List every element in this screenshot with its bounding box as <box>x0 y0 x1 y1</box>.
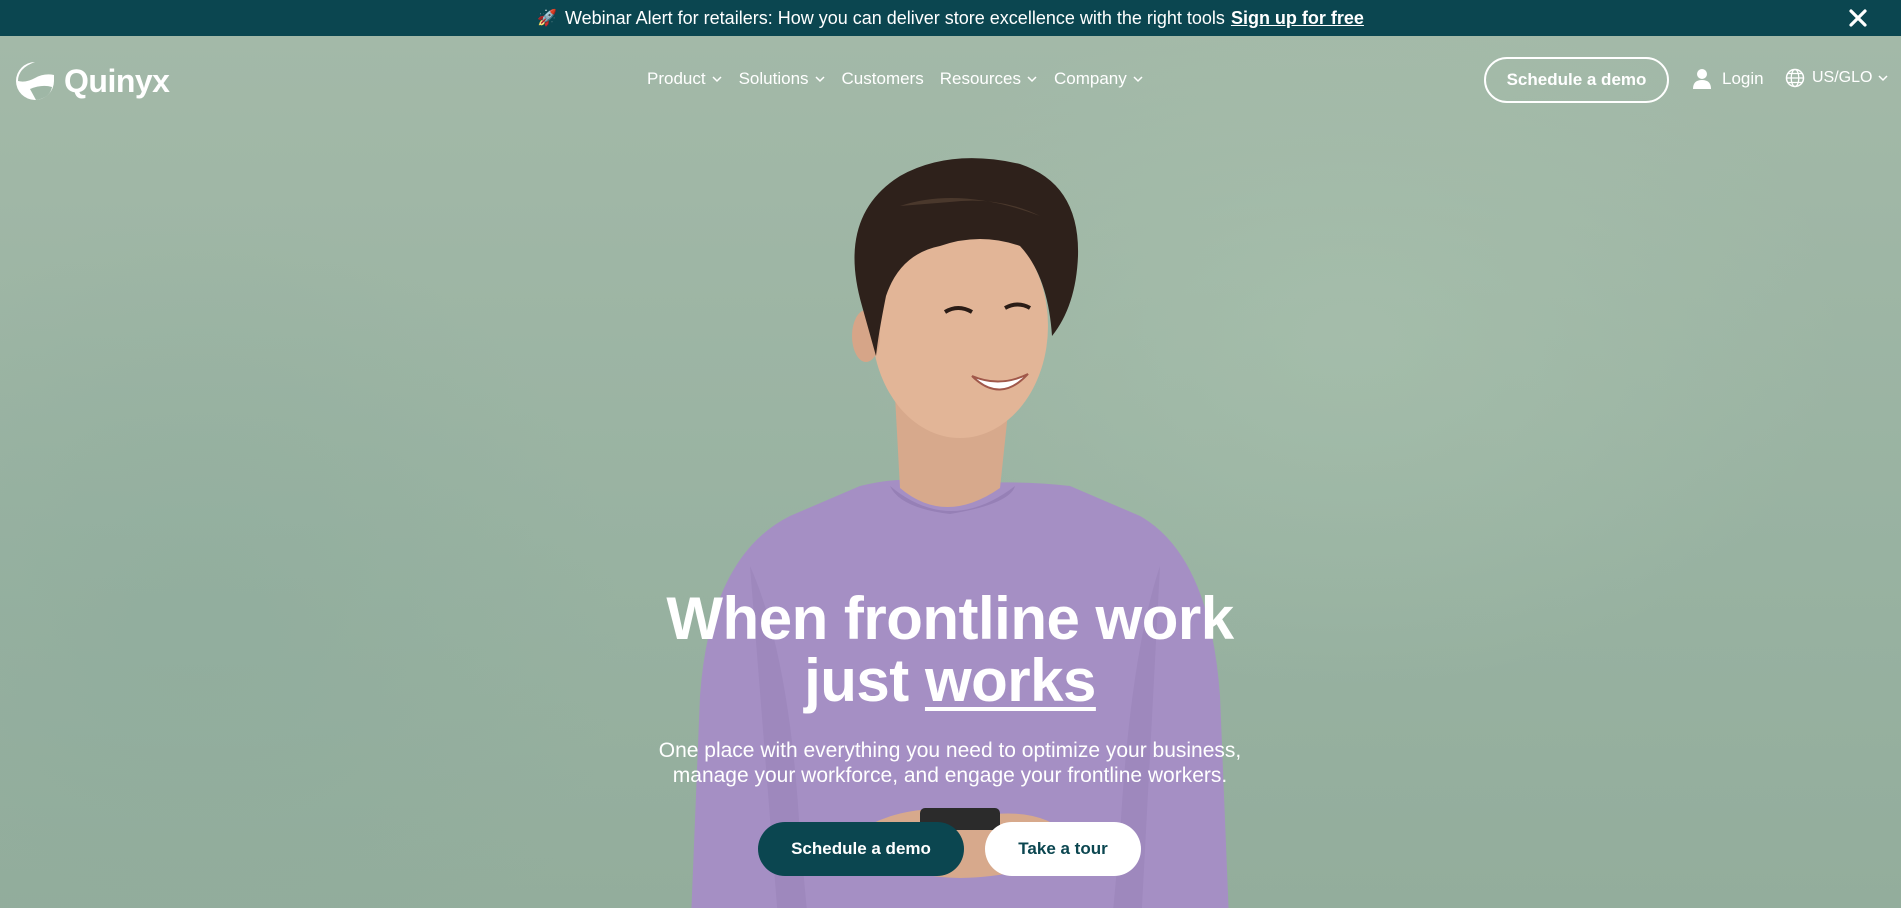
headline-line-2: just <box>804 647 909 714</box>
hero-person-image <box>691 158 1229 908</box>
nav-item-company[interactable]: Company <box>1054 69 1144 89</box>
schedule-demo-button[interactable]: Schedule a demo <box>1484 57 1669 103</box>
chevron-down-icon <box>1878 75 1888 82</box>
nav-item-label: Customers <box>841 69 924 88</box>
hero-subtext: One place with everything you need to op… <box>600 738 1300 788</box>
login-link[interactable]: Login <box>1692 68 1764 90</box>
user-icon <box>1693 69 1711 89</box>
chevron-down-icon <box>815 76 825 83</box>
chevron-down-icon <box>1027 76 1037 83</box>
subtext-line-2: manage your workforce, and engage your f… <box>672 764 1228 787</box>
rocket-icon: 🚀 <box>537 10 557 27</box>
nav-item-product[interactable]: Product <box>647 69 723 89</box>
nav-item-label: Resources <box>939 69 1021 88</box>
locale-label: US/GLO <box>1812 69 1873 86</box>
take-a-tour-button[interactable]: Take a tour <box>985 822 1141 876</box>
locale-selector[interactable]: US/GLO <box>1785 68 1889 88</box>
brand-name: Quinyx <box>64 62 170 99</box>
nav-item-solutions[interactable]: Solutions <box>739 69 826 89</box>
close-icon[interactable] <box>1845 5 1871 31</box>
announcement-bar: 🚀 Webinar Alert for retailers: How you c… <box>0 0 1901 36</box>
chevron-down-icon <box>712 76 722 83</box>
nav-item-resources[interactable]: Resources <box>940 69 1038 89</box>
nav-item-label: Product <box>647 69 706 88</box>
main-nav: Quinyx Product Solutions Customers Resou… <box>0 36 1901 122</box>
chevron-down-icon <box>1133 76 1143 83</box>
hero-headline: When frontline work just works <box>550 588 1350 712</box>
primary-menu: Product Solutions Customers Resources Co… <box>647 69 1144 89</box>
announcement-text: Webinar Alert for retailers: How you can… <box>564 7 1225 28</box>
headline-emphasis: works <box>924 647 1096 714</box>
headline-line-1: When frontline work <box>666 585 1234 652</box>
subtext-line-1: One place with everything you need to op… <box>658 739 1242 762</box>
quinyx-logo-icon <box>16 62 54 100</box>
globe-icon <box>1785 68 1805 88</box>
hero-schedule-demo-button[interactable]: Schedule a demo <box>758 822 964 876</box>
nav-item-label: Company <box>1053 69 1127 88</box>
brand-logo[interactable]: Quinyx <box>14 60 170 102</box>
nav-item-label: Solutions <box>738 69 809 88</box>
login-label: Login <box>1722 69 1764 88</box>
nav-item-customers[interactable]: Customers <box>842 69 924 89</box>
signup-link[interactable]: Sign up for free <box>1231 8 1364 29</box>
